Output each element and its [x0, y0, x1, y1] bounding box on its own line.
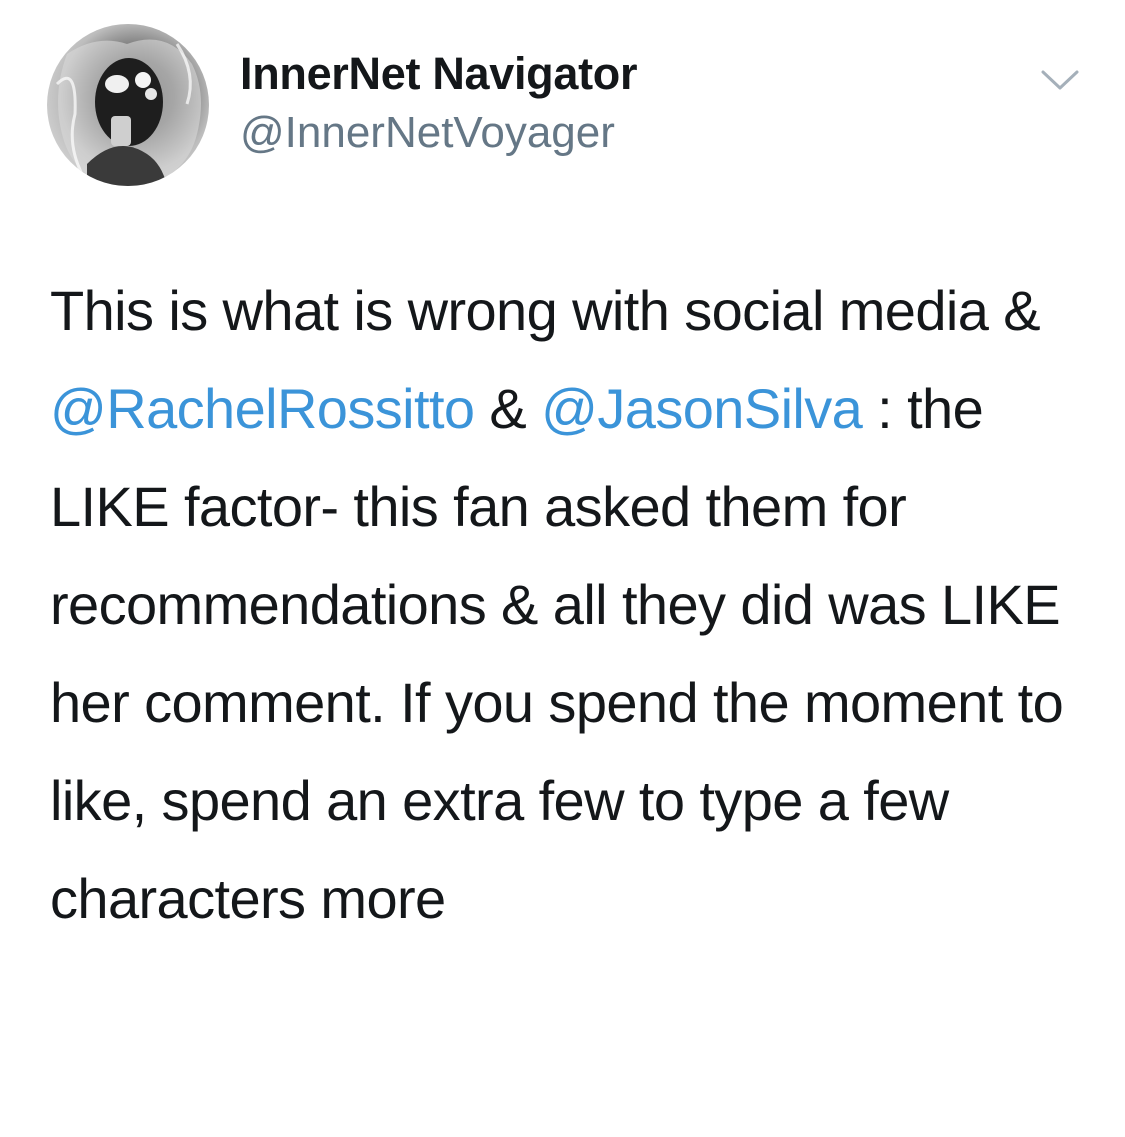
display-name[interactable]: InnerNet Navigator — [240, 48, 637, 100]
avatar[interactable] — [47, 24, 209, 186]
chevron-down-icon — [1041, 70, 1079, 90]
tweet-text-segment: This is what is wrong with social media … — [50, 279, 1041, 342]
avatar-photo-icon — [55, 39, 201, 186]
tweet: InnerNet Navigator @InnerNetVoyager This… — [0, 0, 1125, 1137]
tweet-menu-button[interactable] — [1035, 62, 1085, 98]
mention-link-jasonsilva[interactable]: @JasonSilva — [541, 377, 863, 440]
tweet-text-segment: & — [474, 377, 542, 440]
tweet-text: This is what is wrong with social media … — [50, 262, 1090, 948]
mention-link-rachelrossitto[interactable]: @RachelRossitto — [50, 377, 475, 440]
tweet-text-segment: : the LIKE factor- this fan asked them f… — [50, 377, 1064, 930]
user-handle[interactable]: @InnerNetVoyager — [240, 108, 615, 158]
